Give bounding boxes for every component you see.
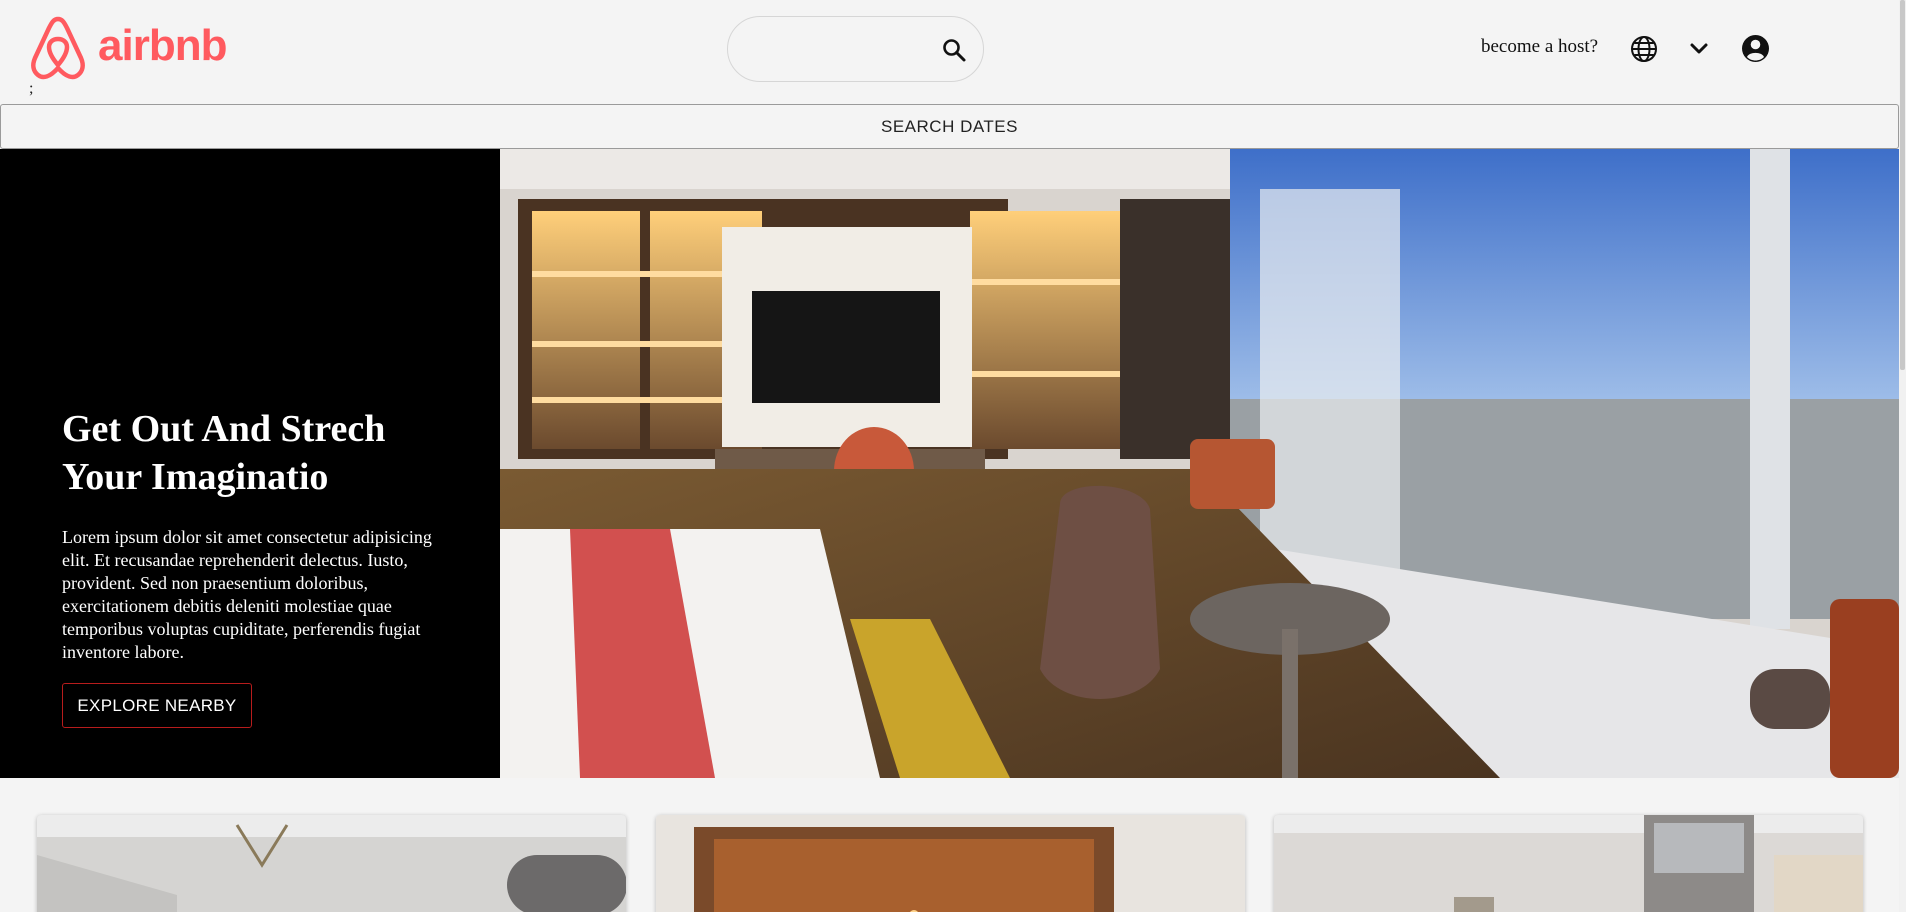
account-circle-icon[interactable] <box>1741 34 1770 63</box>
site-header: airbnb ; become a host? <box>0 0 1906 104</box>
search-bar[interactable] <box>727 16 984 82</box>
listing-card[interactable] <box>656 815 1245 912</box>
hero-panel: Get Out And Strech Your Imaginatio Lorem… <box>0 149 500 778</box>
stray-text: ; <box>29 80 34 97</box>
become-host-link[interactable]: become a host? <box>1481 36 1598 58</box>
hero-section: Get Out And Strech Your Imaginatio Lorem… <box>0 149 1899 778</box>
globe-icon[interactable] <box>1630 35 1658 63</box>
brand-logo[interactable]: airbnb <box>28 15 227 81</box>
hero-title: Get Out And Strech Your Imaginatio <box>62 408 386 498</box>
brand-name: airbnb <box>98 21 227 70</box>
search-icon[interactable] <box>941 37 967 63</box>
search-dates-button[interactable]: SEARCH DATES <box>0 104 1899 149</box>
explore-nearby-button[interactable]: EXPLORE NEARBY <box>62 683 252 728</box>
chevron-down-icon[interactable] <box>1688 38 1710 60</box>
hero-description: Lorem ipsum dolor sit amet consectetur a… <box>62 527 432 662</box>
scrollbar-thumb[interactable] <box>1900 0 1905 370</box>
listing-card[interactable] <box>37 815 626 912</box>
listing-card[interactable] <box>1274 815 1863 912</box>
hero-image <box>500 149 1899 778</box>
search-input[interactable] <box>748 35 928 65</box>
airbnb-logo-icon <box>31 16 85 80</box>
